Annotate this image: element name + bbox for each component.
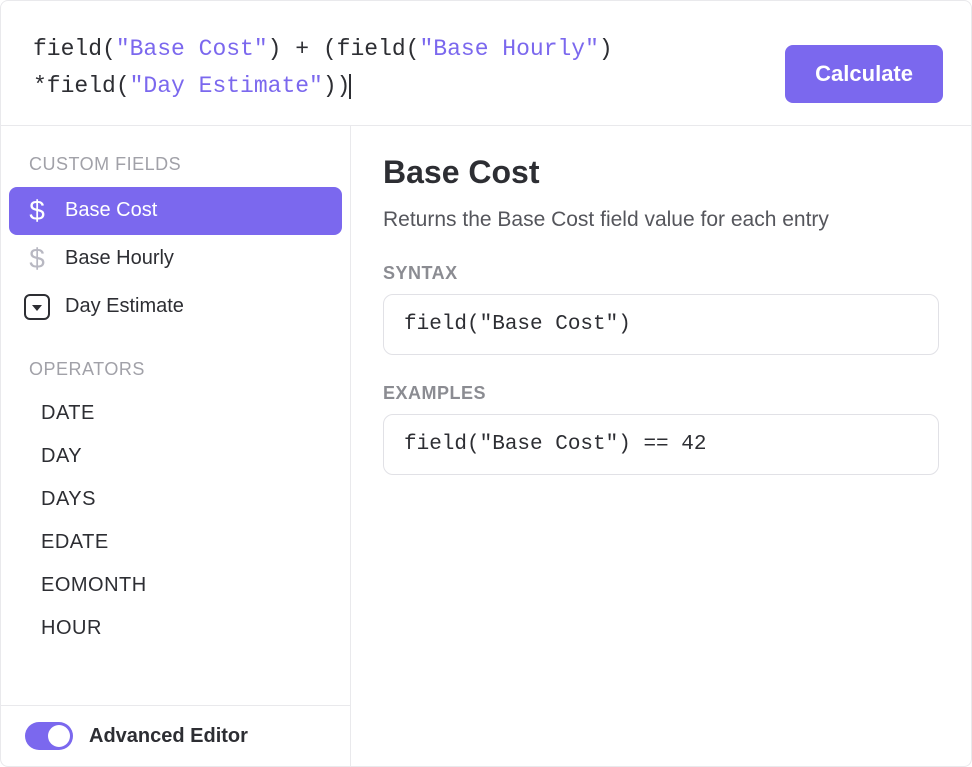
- operator-item[interactable]: EOMONTH: [29, 564, 322, 607]
- operator-item[interactable]: HOUR: [29, 607, 322, 650]
- formula-input[interactable]: field("Base Cost") + (field("Base Hourly…: [33, 27, 765, 105]
- dollar-icon: $: [23, 197, 51, 225]
- custom-fields-header: CUSTOM FIELDS: [1, 126, 350, 187]
- field-item[interactable]: Day Estimate: [9, 283, 342, 331]
- formula-token: field(: [33, 36, 116, 62]
- formula-string-token: "Base Hourly": [419, 36, 598, 62]
- panels: CUSTOM FIELDS $ Base Cost $ Base Hourly Day …: [1, 126, 971, 766]
- operators-header: OPERATORS: [1, 331, 350, 392]
- text-cursor: [349, 74, 351, 99]
- field-item-label: Day Estimate: [65, 295, 184, 318]
- advanced-editor-toggle[interactable]: [25, 722, 73, 750]
- dollar-icon: $: [27, 197, 47, 225]
- editor-footer: Advanced Editor: [1, 705, 350, 766]
- field-item-label: Base Hourly: [65, 247, 174, 270]
- operator-item[interactable]: DAY: [29, 435, 322, 478]
- formula-token: ): [599, 36, 613, 62]
- field-item[interactable]: $ Base Cost: [9, 187, 342, 235]
- sidebar: CUSTOM FIELDS $ Base Cost $ Base Hourly Day …: [1, 126, 351, 766]
- operator-item[interactable]: DAYS: [29, 478, 322, 521]
- dollar-icon: $: [27, 245, 47, 273]
- formula-token: ) + (field(: [268, 36, 420, 62]
- svg-text:$: $: [29, 197, 45, 225]
- custom-fields-list: $ Base Cost $ Base Hourly Day Estimate: [1, 187, 350, 331]
- field-item-label: Base Cost: [65, 199, 157, 222]
- dropdown-icon: [23, 293, 51, 321]
- svg-text:$: $: [29, 245, 45, 273]
- formula-token: *field(: [33, 73, 130, 99]
- operator-item[interactable]: EDATE: [29, 521, 322, 564]
- syntax-code: field("Base Cost"): [383, 294, 939, 355]
- dollar-icon: $: [23, 245, 51, 273]
- syntax-label: SYNTAX: [383, 263, 939, 284]
- formula-editor: field("Base Cost") + (field("Base Hourly…: [0, 0, 972, 767]
- advanced-editor-label: Advanced Editor: [89, 725, 248, 748]
- formula-bar: field("Base Cost") + (field("Base Hourly…: [1, 1, 971, 126]
- detail-title: Base Cost: [383, 154, 939, 191]
- operators-list: DATEDAYDAYSEDATEEOMONTHHOUR: [1, 392, 350, 650]
- field-item[interactable]: $ Base Hourly: [9, 235, 342, 283]
- detail-panel: Base Cost Returns the Base Cost field va…: [351, 126, 971, 766]
- formula-string-token: "Base Cost": [116, 36, 268, 62]
- examples-label: EXAMPLES: [383, 383, 939, 404]
- detail-description: Returns the Base Cost field value for ea…: [383, 205, 939, 235]
- dropdown-icon: [23, 293, 51, 321]
- calculate-button[interactable]: Calculate: [785, 45, 943, 103]
- formula-token: )): [323, 73, 351, 99]
- formula-string-token: "Day Estimate": [130, 73, 323, 99]
- operator-item[interactable]: DATE: [29, 392, 322, 435]
- examples-code: field("Base Cost") == 42: [383, 414, 939, 475]
